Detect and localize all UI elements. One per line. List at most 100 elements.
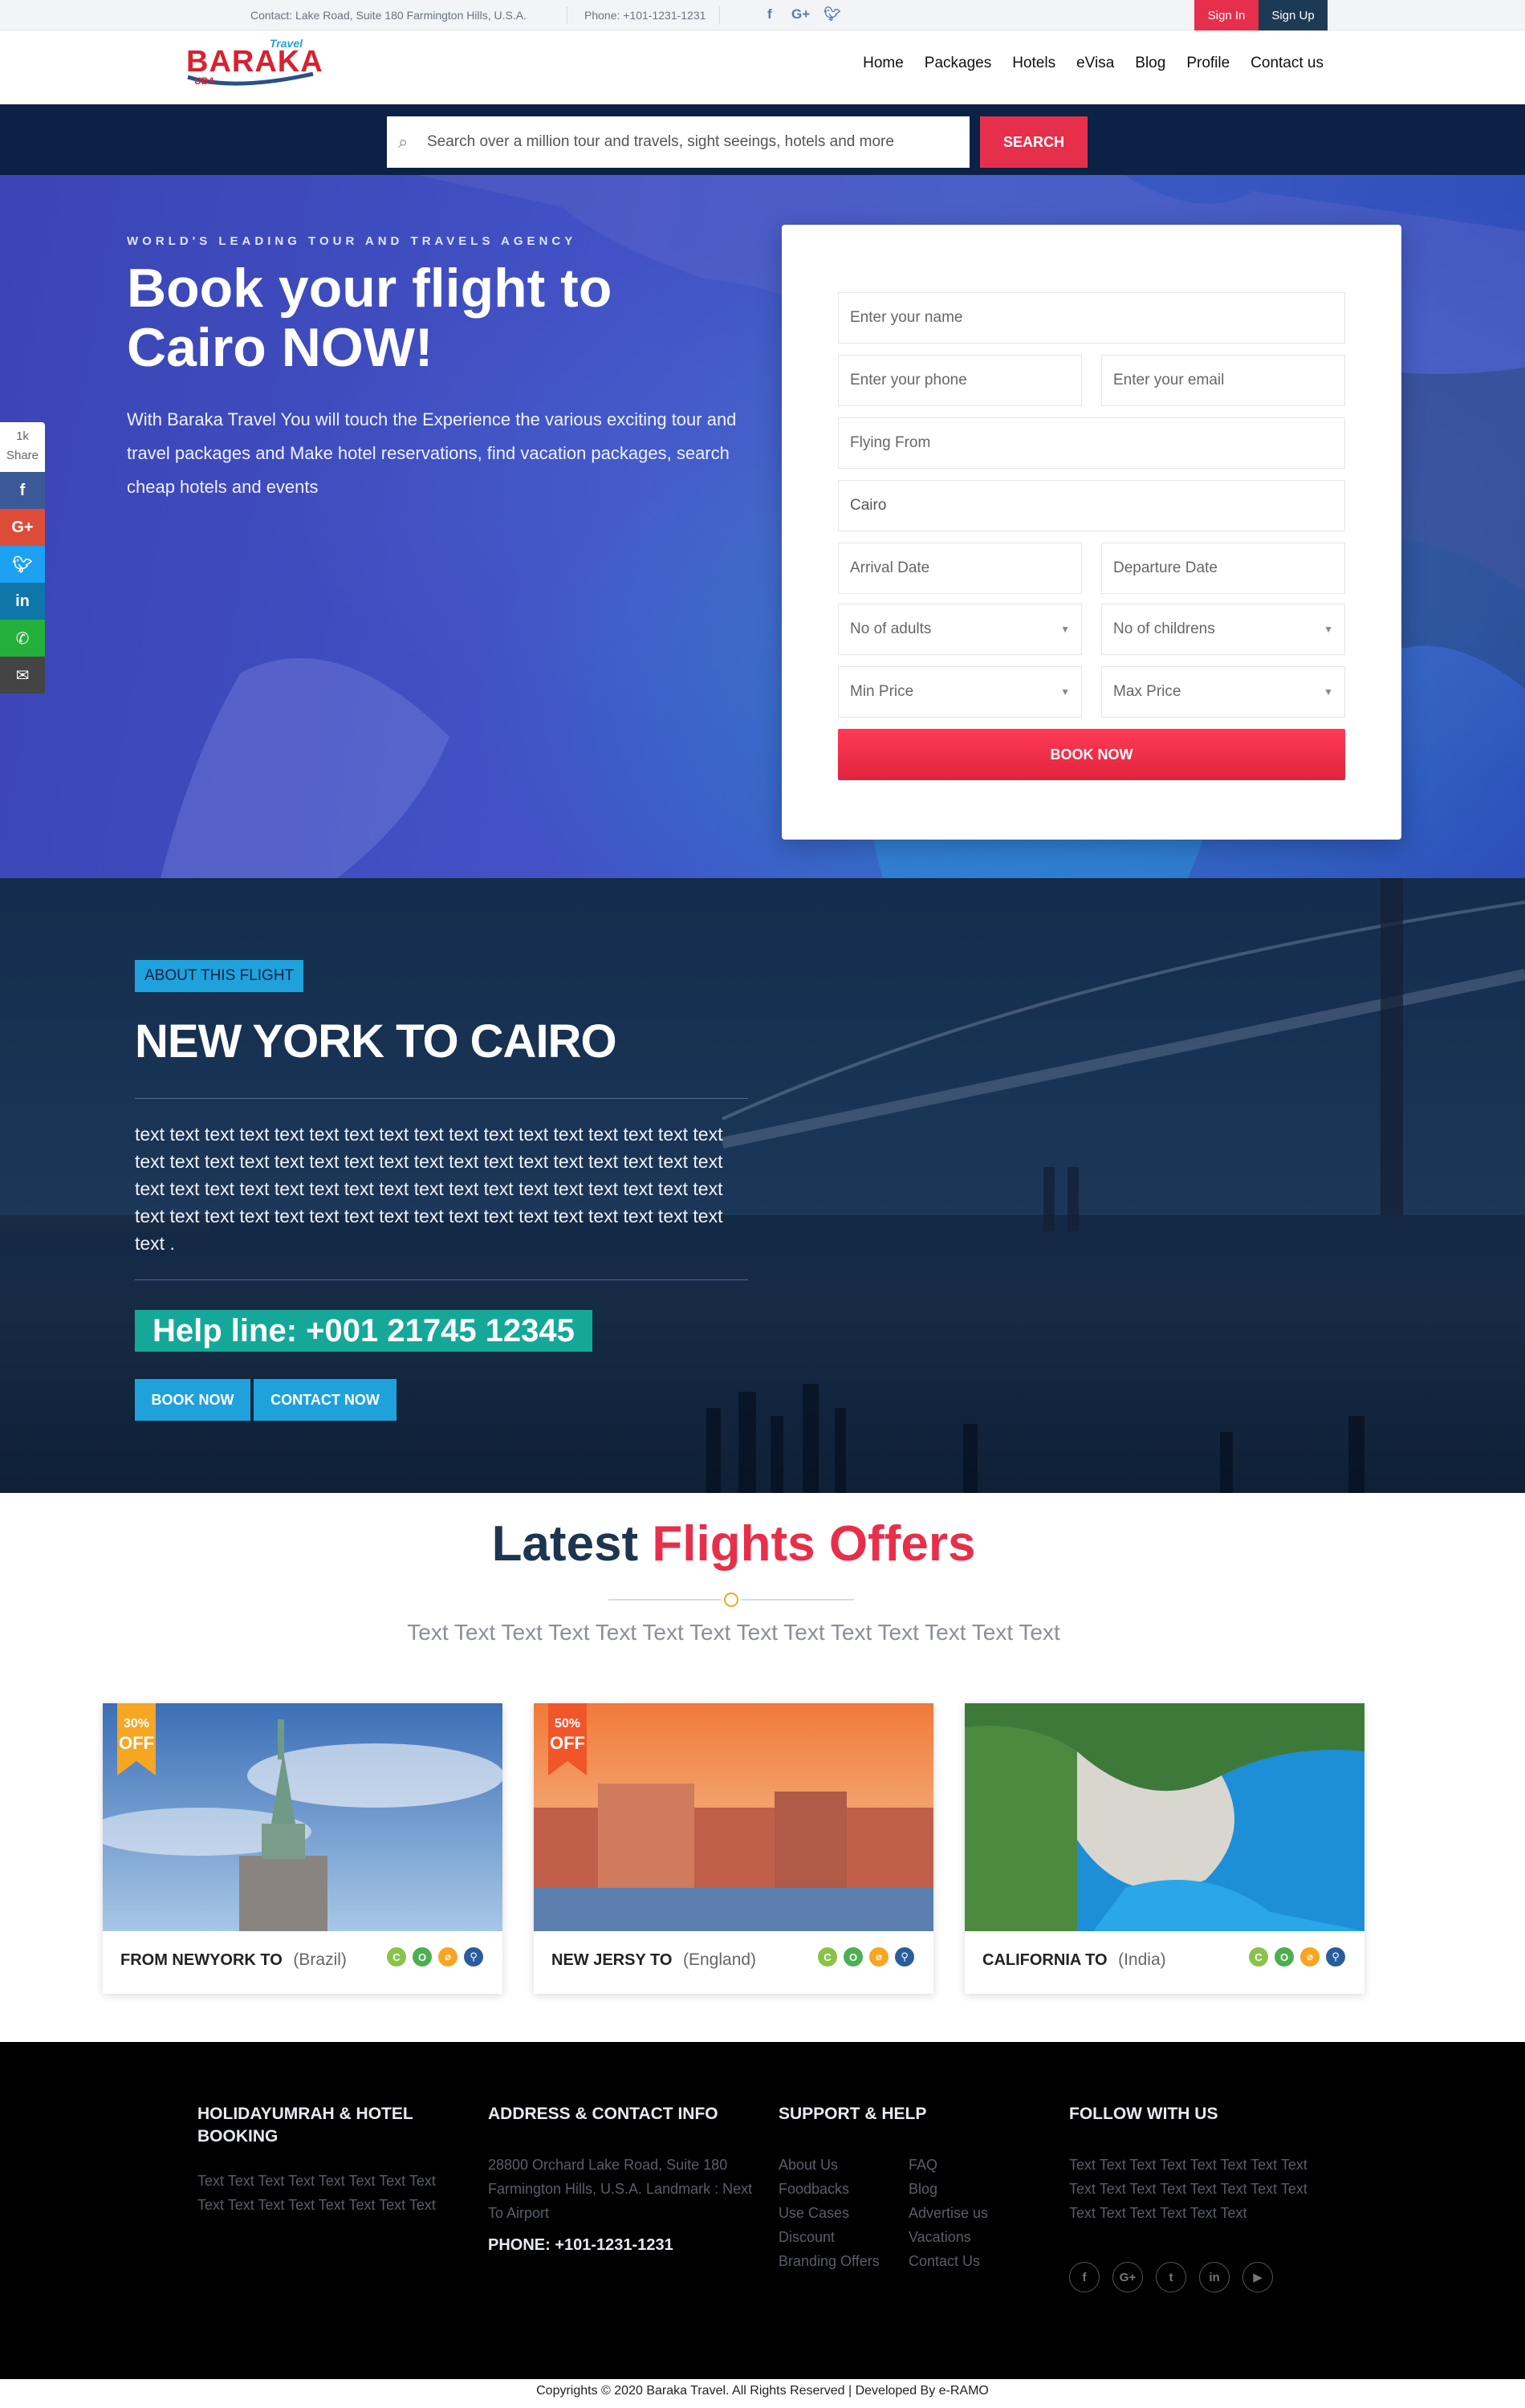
footer-linkedin-icon[interactable]: in — [1199, 2262, 1230, 2292]
departure-date-placeholder: Departure Date — [1113, 559, 1218, 576]
footer-link[interactable]: FAQ — [909, 2153, 988, 2177]
twitter-icon[interactable]: 🐦︎ — [824, 6, 841, 22]
facebook-icon[interactable]: f — [767, 6, 772, 22]
footer-link[interactable]: Vacations — [909, 2225, 988, 2249]
search-placeholder: Search over a million tour and travels, … — [427, 133, 894, 150]
google-plus-icon[interactable]: G+ — [791, 6, 810, 22]
offer-country: (Brazil) — [293, 1950, 347, 1969]
offers-subtitle: Text Text Text Text Text Text Text Text … — [407, 1620, 1060, 1645]
clock-icon[interactable]: O — [844, 1947, 863, 1967]
flying-from-field[interactable]: Flying From — [838, 417, 1345, 469]
phone-field[interactable]: Enter your phone — [838, 355, 1082, 406]
heading-decoration-line — [742, 1599, 854, 1601]
clock-icon[interactable]: O — [413, 1947, 432, 1967]
google-plus-share-icon[interactable]: G+ — [0, 509, 45, 546]
email-field[interactable]: Enter your email — [1101, 355, 1345, 406]
offer-card-label: CALIFORNIA TO (India) — [982, 1950, 1166, 1970]
price-icon[interactable]: C — [818, 1947, 837, 1967]
location-icon[interactable]: ⚲ — [895, 1947, 914, 1967]
nav-item-hotels[interactable]: Hotels — [1012, 55, 1055, 72]
baraka-travel-logo[interactable]: Travel BARAKA UBA — [186, 35, 323, 92]
linkedin-share-icon[interactable]: in — [0, 583, 45, 620]
compass-icon[interactable]: ⌀ — [869, 1947, 889, 1967]
destination-field[interactable]: Cairo — [838, 480, 1345, 531]
offer-country: (England) — [682, 1950, 757, 1969]
departure-date-field[interactable]: Departure Date — [1101, 543, 1345, 594]
phone-placeholder: Enter your phone — [850, 372, 967, 388]
email-placeholder: Enter your email — [1113, 372, 1225, 388]
nav-menu: Home Packages Hotels eVisa Blog Profile … — [863, 55, 1324, 72]
contact-now-button[interactable]: CONTACT NOW — [254, 1379, 396, 1421]
offer-card[interactable]: 30% OFF FROM NEWYORK TO (Brazil) C O ⌀ ⚲ — [103, 1703, 502, 1994]
footer-link[interactable]: Branding Offers — [779, 2249, 880, 2273]
copyright-text: Copyrights © 2020 Baraka Travel. All Rig… — [536, 2384, 989, 2398]
footer-google-plus-icon[interactable]: G+ — [1112, 2262, 1143, 2292]
topbar-divider — [719, 6, 720, 24]
share-counter: 1k Share — [0, 422, 45, 472]
chevron-down-icon: ▼ — [1324, 686, 1333, 698]
name-field[interactable]: Enter your name — [838, 292, 1345, 344]
nav-item-home[interactable]: Home — [863, 55, 904, 72]
children-select-value: No of childrens — [1113, 620, 1215, 637]
search-input[interactable]: ⌕ Search over a million tour and travels… — [387, 116, 970, 168]
offer-route: NEW JERSY TO — [551, 1951, 673, 1969]
clock-icon[interactable]: O — [1275, 1947, 1294, 1967]
offer-icons: C O ⌀ ⚲ — [818, 1947, 914, 1967]
compass-icon[interactable]: ⌀ — [438, 1947, 458, 1967]
footer-twitter-icon[interactable]: t — [1156, 2262, 1186, 2292]
sign-in-button[interactable]: Sign In — [1194, 0, 1259, 31]
footer-link[interactable]: Contact Us — [909, 2249, 988, 2273]
footer-link[interactable]: Foodbacks — [779, 2177, 880, 2201]
beach-cove-image — [965, 1703, 1364, 1931]
offer-card[interactable]: 50% OFF NEW JERSY TO (England) C O ⌀ ⚲ — [534, 1703, 933, 1994]
min-price-select[interactable]: Min Price ▼ — [838, 666, 1082, 718]
search-button[interactable]: SEARCH — [980, 116, 1088, 168]
footer-address: 28800 Orchard Lake Road, Suite 180 Farmi… — [488, 2157, 753, 2221]
sign-up-button[interactable]: Sign Up — [1259, 0, 1328, 31]
adults-select[interactable]: No of adults ▼ — [838, 604, 1082, 655]
logo-sub-text: UBA — [194, 75, 215, 87]
offer-card-label: NEW JERSY TO (England) — [551, 1950, 756, 1970]
about-book-now-button[interactable]: BOOK NOW — [135, 1379, 250, 1421]
offer-card[interactable]: CALIFORNIA TO (India) C O ⌀ ⚲ — [965, 1703, 1364, 1994]
price-icon[interactable]: C — [1249, 1947, 1268, 1967]
name-placeholder: Enter your name — [850, 309, 963, 326]
footer-youtube-icon[interactable]: ▶ — [1242, 2262, 1273, 2292]
footer-facebook-icon[interactable]: f — [1069, 2262, 1100, 2292]
chevron-down-icon: ▼ — [1060, 624, 1070, 635]
arrival-date-field[interactable]: Arrival Date — [838, 543, 1082, 594]
about-flight-text: text text text text text text text text … — [135, 1124, 723, 1254]
price-icon[interactable]: C — [387, 1947, 406, 1967]
footer-col1-title: HOLIDAYUMRAH & HOTEL BOOKING — [197, 2105, 413, 2146]
footer-link[interactable]: Use Cases — [779, 2201, 880, 2225]
footer-phone: PHONE: +101-1231-1231 — [488, 2236, 673, 2254]
about-divider — [135, 1279, 748, 1280]
footer-link[interactable]: Advertise us — [909, 2201, 988, 2225]
about-flight-tag: ABOUT THIS FLIGHT — [135, 960, 304, 992]
nav-item-profile[interactable]: Profile — [1186, 55, 1230, 72]
location-icon[interactable]: ⚲ — [464, 1947, 483, 1967]
heading-decoration-line — [608, 1599, 721, 1601]
children-select[interactable]: No of childrens ▼ — [1101, 604, 1345, 655]
footer-link[interactable]: Discount — [779, 2225, 880, 2249]
hero-description: With Baraka Travel You will touch the Ex… — [127, 409, 737, 497]
offer-icons: C O ⌀ ⚲ — [1249, 1947, 1345, 1967]
max-price-select-value: Max Price — [1113, 683, 1181, 700]
nav-item-packages[interactable]: Packages — [925, 55, 991, 72]
nav-item-evisa[interactable]: eVisa — [1076, 55, 1114, 72]
footer-link[interactable]: About Us — [779, 2153, 880, 2177]
twitter-share-icon[interactable]: 🐦︎ — [0, 546, 45, 583]
max-price-select[interactable]: Max Price ▼ — [1101, 666, 1345, 718]
offer-route: FROM NEWYORK TO — [120, 1951, 283, 1969]
footer-links-left: About Us Foodbacks Use Cases Discount Br… — [779, 2153, 880, 2273]
facebook-share-icon[interactable]: f — [0, 472, 45, 509]
nav-item-blog[interactable]: Blog — [1135, 55, 1165, 72]
whatsapp-share-icon[interactable]: ✆ — [0, 620, 45, 657]
book-now-button[interactable]: BOOK NOW — [838, 729, 1345, 780]
footer-link[interactable]: Blog — [909, 2177, 988, 2201]
compass-icon[interactable]: ⌀ — [1300, 1947, 1320, 1967]
email-share-icon[interactable]: ✉ — [0, 657, 45, 694]
nav-item-contact[interactable]: Contact us — [1250, 55, 1324, 72]
location-icon[interactable]: ⚲ — [1326, 1947, 1345, 1967]
share-count: 1k — [16, 429, 29, 443]
